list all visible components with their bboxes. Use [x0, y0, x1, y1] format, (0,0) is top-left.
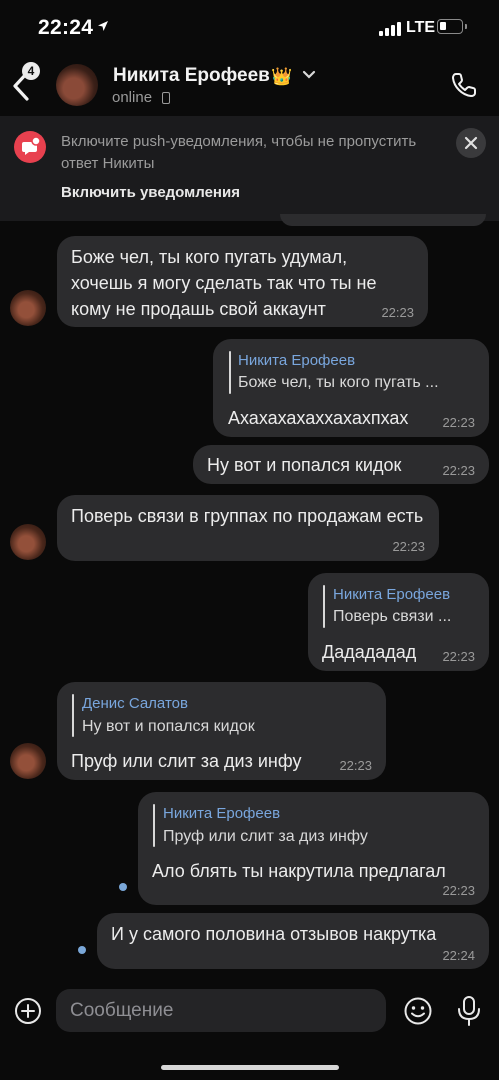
- reply-quote-bar: [323, 585, 325, 628]
- unread-dot: [78, 946, 86, 954]
- close-notice-button[interactable]: [456, 128, 486, 158]
- status-time: 22:24: [38, 16, 94, 39]
- chevron-down-icon[interactable]: [302, 70, 316, 80]
- outgoing-message[interactable]: Никита Ерофеев Пруф или слит за диз инфу…: [138, 792, 489, 905]
- message-text: Пруф или слит за диз инфу: [71, 751, 302, 771]
- previous-message-fragment: [280, 214, 486, 226]
- reply-snippet: Боже чел, ты кого пугать ...: [238, 374, 439, 391]
- location-arrow-icon: [98, 21, 108, 31]
- outgoing-message[interactable]: Никита Ерофеев Боже чел, ты кого пугать …: [213, 339, 489, 437]
- sender-avatar[interactable]: [10, 290, 46, 326]
- reply-snippet: Поверь связи ...: [333, 608, 452, 625]
- message-time: 22:23: [339, 758, 372, 773]
- reply-author: Никита Ерофеев: [163, 805, 281, 822]
- sender-avatar[interactable]: [10, 524, 46, 560]
- message-time: 22:23: [442, 883, 475, 898]
- status-bar: 22:24 LTE: [0, 0, 499, 56]
- message-text: И у самого половина отзывов накрутка: [111, 924, 437, 944]
- push-notice-banner: Включите push-уведомления, чтобы не проп…: [0, 116, 499, 221]
- reply-quote-bar: [153, 804, 155, 847]
- reply-quote-bar: [72, 694, 74, 737]
- battery-icon: [437, 19, 467, 34]
- incoming-message[interactable]: Денис Салатов Ну вот и попался кидок Пру…: [57, 682, 386, 780]
- message-text: Боже чел, ты кого пугать удумал, хочешь …: [71, 247, 377, 319]
- reply-author: Никита Ерофеев: [333, 586, 451, 603]
- message-time: 22:23: [442, 463, 475, 478]
- message-time: 22:23: [442, 649, 475, 664]
- message-time: 22:23: [442, 415, 475, 430]
- message-text: Ахахахахаххахахпхах: [228, 408, 409, 428]
- enable-notifications-button[interactable]: Включить уведомления: [61, 184, 240, 201]
- contact-name[interactable]: Никита Ерофеев: [113, 65, 270, 87]
- attach-plus-icon[interactable]: [14, 997, 42, 1025]
- message-text: Ало блять ты накрутила предлагал: [152, 861, 446, 881]
- close-icon: [464, 136, 478, 150]
- incoming-message[interactable]: Поверь связи в группах по продажам есть …: [57, 495, 439, 561]
- notification-bubble-icon: [14, 131, 46, 163]
- home-indicator: [161, 1065, 339, 1070]
- emoji-icon[interactable]: [403, 996, 433, 1026]
- reply-author: Денис Салатов: [82, 695, 188, 712]
- chat-header: 4 Никита Ерофеев 👑 online: [0, 56, 499, 116]
- reply-author: Никита Ерофеев: [238, 352, 356, 369]
- outgoing-message[interactable]: И у самого половина отзывов накрутка 22:…: [97, 913, 489, 969]
- contact-avatar[interactable]: [56, 64, 98, 106]
- incoming-message[interactable]: Боже чел, ты кого пугать удумал, хочешь …: [57, 236, 428, 327]
- notice-message: Включите push-уведомления, чтобы не проп…: [61, 133, 417, 172]
- message-text: Поверь связи в группах по продажам есть: [71, 506, 424, 526]
- unread-dot: [119, 883, 127, 891]
- sender-avatar[interactable]: [10, 743, 46, 779]
- message-text: Ну вот и попался кидок: [207, 455, 402, 475]
- message-time: 22:23: [381, 305, 414, 320]
- outgoing-message[interactable]: Никита Ерофеев Поверь связи ... Дададада…: [308, 573, 489, 671]
- message-input[interactable]: [56, 989, 386, 1032]
- unread-count-badge: 4: [22, 62, 40, 80]
- message-composer: [0, 984, 499, 1080]
- message-text: Дадададад: [322, 642, 417, 662]
- outgoing-message[interactable]: Ну вот и попался кидок 22:23: [193, 445, 489, 484]
- phone-call-icon[interactable]: [450, 71, 478, 99]
- network-type: LTE: [406, 19, 436, 36]
- mobile-device-icon: [162, 92, 170, 104]
- signal-icon: [379, 22, 403, 36]
- message-time: 22:23: [392, 539, 425, 554]
- reply-snippet: Пруф или слит за диз инфу: [163, 828, 368, 845]
- microphone-icon[interactable]: [456, 995, 482, 1027]
- reply-snippet: Ну вот и попался кидок: [82, 718, 255, 735]
- contact-status: online: [112, 89, 153, 106]
- crown-icon: 👑: [271, 67, 293, 86]
- message-time: 22:24: [442, 948, 475, 963]
- reply-quote-bar: [229, 351, 231, 394]
